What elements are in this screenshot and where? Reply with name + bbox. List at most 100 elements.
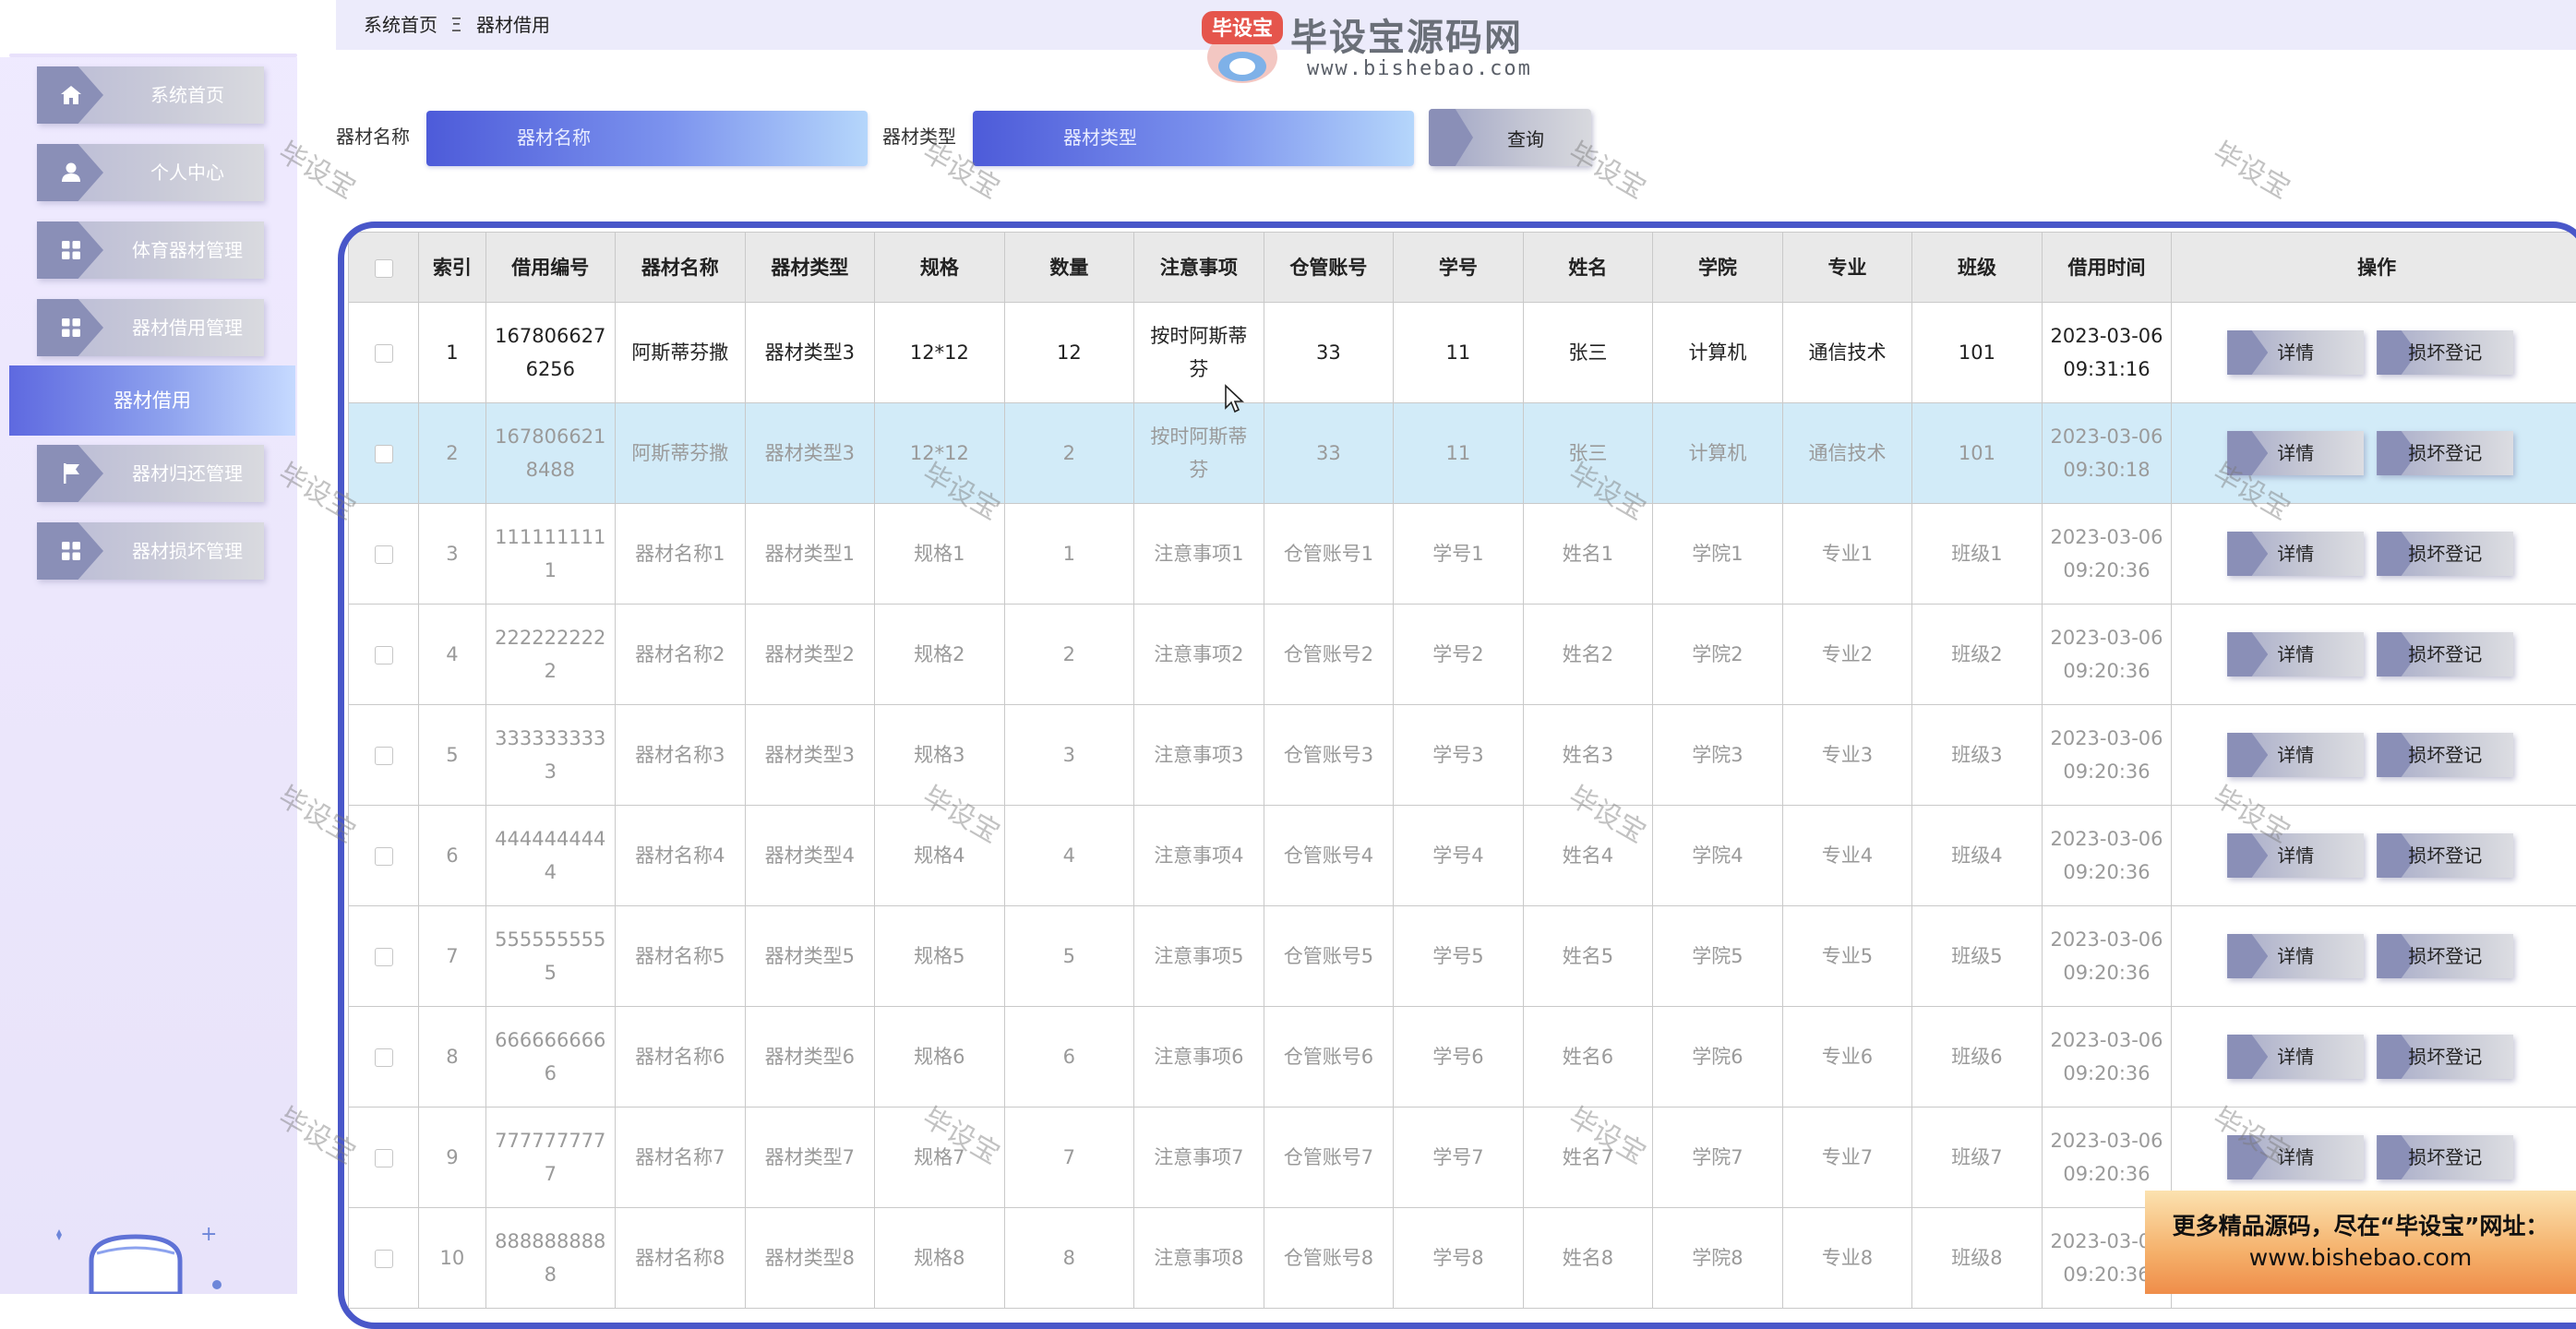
- row-checkbox[interactable]: [375, 1149, 393, 1167]
- table-cell: 班级4: [1912, 806, 2043, 906]
- row-actions-cell: 详情损坏登记: [2172, 806, 2576, 906]
- table-cell: 器材类型4: [745, 806, 875, 906]
- sidebar-subitem-equipment-borrow[interactable]: 器材借用: [9, 365, 295, 436]
- table-cell: 7: [1004, 1108, 1134, 1208]
- row-checkbox[interactable]: [375, 344, 393, 363]
- table-cell: 1678066276256: [485, 303, 616, 403]
- table-cell: 阿斯蒂芬撒: [616, 303, 746, 403]
- table-cell: 计算机: [1653, 303, 1783, 403]
- row-actions-cell: 详情损坏登记: [2172, 605, 2576, 705]
- row-checkbox[interactable]: [375, 847, 393, 866]
- table-cell: 规格2: [875, 605, 1005, 705]
- sidebar-item-personal-center[interactable]: 个人中心: [37, 144, 264, 201]
- table-cell: 注意事项3: [1134, 705, 1264, 806]
- table-cell: 姓名1: [1523, 504, 1653, 605]
- table-row[interactable]: 42222222222器材名称2器材类型2规格22注意事项2仓管账号2学号2姓名…: [349, 605, 2576, 705]
- table-cell: 8: [419, 1007, 485, 1108]
- table-cell: 仓管账号6: [1264, 1007, 1394, 1108]
- table-header-row: 索引 借用编号 器材名称 器材类型 规格 数量 注意事项 仓管账号 学号 姓名 …: [349, 233, 2576, 303]
- sidebar-item-home[interactable]: 系统首页: [37, 66, 264, 124]
- svg-text:+: +: [200, 1223, 217, 1246]
- detail-button[interactable]: 详情: [2227, 833, 2364, 878]
- table-cell: 6: [1004, 1007, 1134, 1108]
- table-cell: 规格3: [875, 705, 1005, 806]
- equipment-name-input[interactable]: [426, 111, 868, 166]
- damage-register-button[interactable]: 损坏登记: [2377, 833, 2513, 878]
- row-checkbox[interactable]: [375, 545, 393, 564]
- sidebar-item-equipment-management[interactable]: 体育器材管理: [37, 222, 264, 279]
- table-row[interactable]: 64444444444器材名称4器材类型4规格44注意事项4仓管账号4学号4姓名…: [349, 806, 2576, 906]
- row-checkbox[interactable]: [375, 445, 393, 463]
- table-row[interactable]: 31111111111器材名称1器材类型1规格11注意事项1仓管账号1学号1姓名…: [349, 504, 2576, 605]
- detail-button[interactable]: 详情: [2227, 1035, 2364, 1079]
- sidebar-item-return-management[interactable]: 器材归还管理: [37, 445, 264, 502]
- detail-button[interactable]: 详情: [2227, 632, 2364, 676]
- table-cell: 2023-03-06 09:20:36: [2042, 906, 2172, 1007]
- table-row[interactable]: 21678066218488阿斯蒂芬撒器材类型312*122按时阿斯蒂芬3311…: [349, 403, 2576, 504]
- table-row[interactable]: 75555555555器材名称5器材类型5规格55注意事项5仓管账号5学号5姓名…: [349, 906, 2576, 1007]
- damage-register-button[interactable]: 损坏登记: [2377, 330, 2513, 375]
- row-checkbox[interactable]: [375, 948, 393, 966]
- column-header: 专业: [1782, 233, 1912, 303]
- promo-text: 更多精品源码，尽在“毕设宝”网址：: [2145, 1211, 2576, 1242]
- row-select-cell: [349, 906, 419, 1007]
- row-select-cell: [349, 705, 419, 806]
- damage-register-button[interactable]: 损坏登记: [2377, 1035, 2513, 1079]
- detail-button[interactable]: 详情: [2227, 1135, 2364, 1179]
- detail-button[interactable]: 详情: [2227, 330, 2364, 375]
- damage-register-button[interactable]: 损坏登记: [2377, 934, 2513, 978]
- row-actions-cell: 详情损坏登记: [2172, 504, 2576, 605]
- sidebar-item-borrow-management[interactable]: 器材借用管理: [37, 299, 264, 356]
- row-select-cell: [349, 303, 419, 403]
- column-header: 借用时间: [2042, 233, 2172, 303]
- table-cell: 12*12: [875, 403, 1005, 504]
- table-cell: 器材类型8: [745, 1208, 875, 1309]
- row-select-cell: [349, 403, 419, 504]
- table-cell: 通信技术: [1782, 303, 1912, 403]
- table-cell: 2023-03-06 09:20:36: [2042, 605, 2172, 705]
- row-checkbox[interactable]: [375, 1048, 393, 1067]
- detail-button-label: 详情: [2277, 341, 2314, 364]
- table-cell: 101: [1912, 403, 2043, 504]
- table-cell: 器材名称5: [616, 906, 746, 1007]
- damage-register-button[interactable]: 损坏登记: [2377, 733, 2513, 777]
- damage-register-button[interactable]: 损坏登记: [2377, 431, 2513, 475]
- promo-banner: 更多精品源码，尽在“毕设宝”网址： www.bishebao.com: [2145, 1191, 2576, 1294]
- button-tab-shape: [1429, 109, 1473, 166]
- button-tab-shape: [2227, 1035, 2268, 1079]
- sidebar-item-damage-management[interactable]: 器材损坏管理: [37, 522, 264, 580]
- select-all-checkbox[interactable]: [375, 259, 393, 278]
- detail-button[interactable]: 详情: [2227, 431, 2364, 475]
- table-cell: 专业5: [1782, 906, 1912, 1007]
- detail-button[interactable]: 详情: [2227, 733, 2364, 777]
- table-cell: 5: [419, 705, 485, 806]
- table-row[interactable]: 86666666666器材名称6器材类型6规格66注意事项6仓管账号6学号6姓名…: [349, 1007, 2576, 1108]
- detail-button[interactable]: 详情: [2227, 934, 2364, 978]
- promo-url[interactable]: www.bishebao.com: [2145, 1242, 2576, 1274]
- damage-register-button[interactable]: 损坏登记: [2377, 532, 2513, 576]
- table-cell: 专业4: [1782, 806, 1912, 906]
- equipment-type-input[interactable]: [973, 111, 1414, 166]
- table-cell: 10: [419, 1208, 485, 1309]
- sidebar-item-label: 个人中心: [120, 144, 255, 201]
- detail-button[interactable]: 详情: [2227, 532, 2364, 576]
- row-checkbox[interactable]: [375, 747, 393, 765]
- damage-register-button[interactable]: 损坏登记: [2377, 1135, 2513, 1179]
- table-cell: 33: [1264, 303, 1394, 403]
- table-cell: 张三: [1523, 303, 1653, 403]
- table-body: 11678066276256阿斯蒂芬撒器材类型312*1212按时阿斯蒂芬331…: [349, 303, 2576, 1309]
- row-checkbox[interactable]: [375, 646, 393, 664]
- table-cell: 仓管账号7: [1264, 1108, 1394, 1208]
- breadcrumb-home[interactable]: 系统首页: [364, 0, 437, 50]
- damage-register-button[interactable]: 损坏登记: [2377, 632, 2513, 676]
- flag-icon: [57, 460, 85, 487]
- query-button[interactable]: 查询: [1429, 109, 1591, 166]
- table-cell: 学院7: [1653, 1108, 1783, 1208]
- table-cell: 器材类型5: [745, 906, 875, 1007]
- table-row[interactable]: 53333333333器材名称3器材类型3规格33注意事项3仓管账号3学号3姓名…: [349, 705, 2576, 806]
- table-cell: 学号3: [1394, 705, 1524, 806]
- row-checkbox[interactable]: [375, 1250, 393, 1268]
- table-row[interactable]: 11678066276256阿斯蒂芬撒器材类型312*1212按时阿斯蒂芬331…: [349, 303, 2576, 403]
- column-header: 姓名: [1523, 233, 1653, 303]
- damage-register-button-label: 损坏登记: [2408, 1046, 2482, 1068]
